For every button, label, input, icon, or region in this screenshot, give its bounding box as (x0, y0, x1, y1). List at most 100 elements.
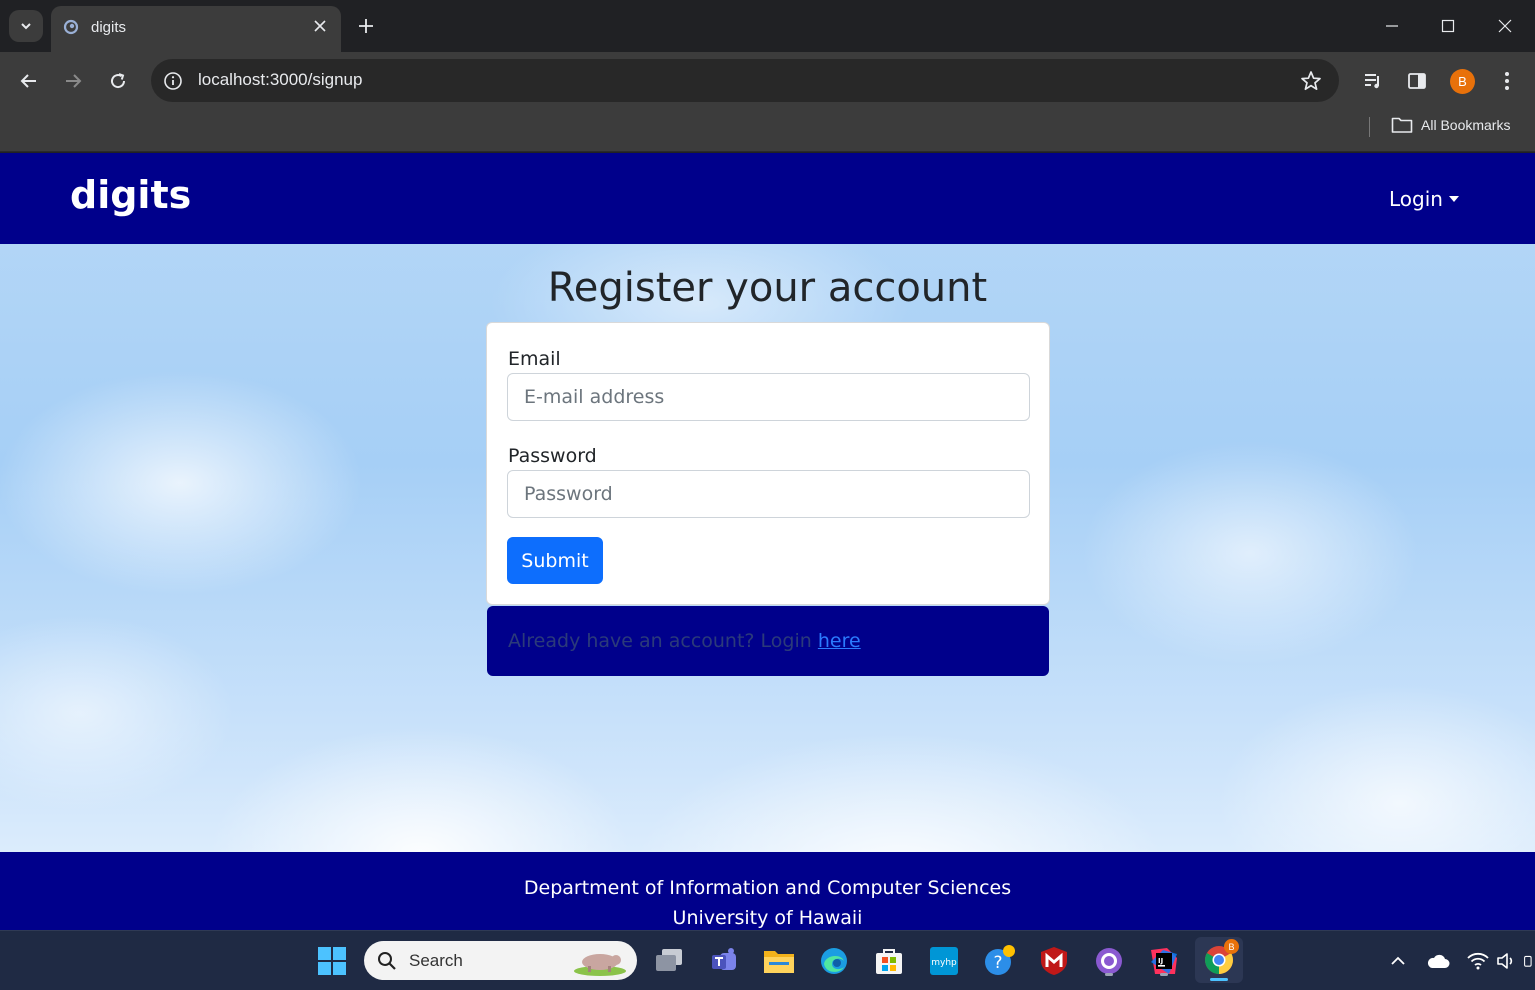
login-here-link[interactable]: here (818, 630, 861, 652)
profile-avatar[interactable]: B (1450, 69, 1475, 94)
password-field[interactable] (507, 470, 1030, 518)
github-icon (1096, 948, 1122, 974)
site-footer: Department of Information and Computer S… (0, 852, 1535, 930)
chrome-app-button[interactable]: B (1195, 937, 1243, 983)
intellij-app-button[interactable]: IJ (1146, 943, 1182, 979)
footer-department: Department of Information and Computer S… (523, 877, 1012, 899)
taskbar-search-label: Search (409, 951, 463, 970)
battery-tray-button[interactable] (1522, 949, 1535, 973)
page-viewport: digits Login Register your account Email… (0, 153, 1535, 930)
browser-menu-button[interactable] (1493, 67, 1521, 95)
chevron-down-icon (21, 23, 31, 30)
address-bar[interactable]: localhost:3000/signup (151, 59, 1339, 102)
windows-taskbar: Search myhp ? IJ B (0, 930, 1535, 990)
browser-tab-active[interactable]: digits (51, 6, 341, 52)
site-info-button[interactable] (161, 69, 185, 93)
all-bookmarks-button[interactable]: All Bookmarks (1391, 116, 1510, 134)
active-indicator (1210, 978, 1228, 981)
login-alert: Already have an account? Login here (487, 606, 1049, 676)
close-icon (314, 20, 326, 32)
store-app-button[interactable] (871, 943, 907, 979)
folder-icon (764, 951, 794, 973)
file-explorer-button[interactable] (761, 943, 797, 979)
search-icon (378, 952, 396, 970)
battery-icon (1524, 955, 1532, 967)
close-window-button[interactable] (1482, 8, 1528, 44)
submit-button[interactable]: Submit (507, 537, 603, 584)
close-icon (1498, 19, 1512, 33)
email-field[interactable] (507, 373, 1030, 421)
login-dropdown-label: Login (1389, 187, 1443, 211)
site-navbar: digits Login (0, 153, 1535, 244)
minimize-icon (1386, 25, 1398, 27)
more-vertical-icon (1505, 72, 1509, 90)
minimize-button[interactable] (1369, 8, 1415, 44)
page-title: Register your account (547, 265, 988, 311)
help-app-button[interactable]: ? (981, 943, 1017, 979)
tab-close-button[interactable] (309, 15, 331, 37)
star-icon (1301, 71, 1321, 91)
alert-text: Already have an account? Login (508, 630, 818, 652)
favicon-icon (63, 19, 79, 35)
alert-message: Already have an account? Login here (508, 630, 861, 652)
intellij-icon: IJ (1151, 948, 1177, 974)
wifi-icon (1467, 952, 1489, 970)
all-bookmarks-label: All Bookmarks (1421, 117, 1511, 133)
myhp-icon: myhp (930, 947, 958, 975)
email-label: Email (508, 348, 561, 370)
side-panel-button[interactable] (1403, 67, 1431, 95)
forward-button[interactable] (58, 66, 88, 96)
tab-strip: digits (0, 0, 1535, 52)
media-control-button[interactable] (1359, 67, 1387, 95)
store-icon (876, 949, 902, 974)
caret-down-icon (1448, 196, 1459, 202)
teams-icon (712, 948, 736, 970)
arrow-left-icon (20, 74, 36, 88)
new-tab-button[interactable] (352, 12, 380, 40)
svg-text:IJ: IJ (1158, 957, 1163, 965)
edge-app-button[interactable] (816, 943, 852, 979)
login-dropdown[interactable]: Login (1389, 187, 1459, 211)
bookmark-star-button[interactable] (1299, 69, 1323, 93)
search-highlight-icon (574, 954, 626, 976)
tab-title: digits (91, 19, 127, 36)
browser-toolbar: localhost:3000/signup B (0, 52, 1535, 110)
signup-form-card: Email Password Submit (486, 322, 1050, 605)
edge-icon (821, 948, 847, 974)
chevron-up-icon (1391, 956, 1405, 965)
chrome-profile-badge: B (1224, 939, 1239, 954)
arrow-right-icon (66, 74, 82, 88)
github-desktop-button[interactable] (1091, 943, 1127, 979)
footer-university: University of Hawaii (672, 907, 863, 929)
cloud-icon (1427, 954, 1450, 968)
taskbar-search[interactable]: Search (364, 941, 637, 980)
maximize-button[interactable] (1425, 8, 1471, 44)
help-icon: ? (985, 945, 1015, 975)
brand-logo[interactable]: digits (70, 173, 191, 217)
bookmarks-separator (1369, 117, 1370, 137)
start-button[interactable] (314, 943, 350, 979)
bookmarks-bar: All Bookmarks (0, 110, 1535, 152)
running-indicator (1160, 973, 1168, 976)
plus-icon (359, 19, 373, 33)
password-label: Password (508, 445, 597, 467)
task-view-button[interactable] (651, 943, 687, 979)
running-indicator (1105, 973, 1113, 976)
task-view-icon (656, 949, 682, 971)
onedrive-tray-button[interactable] (1426, 949, 1450, 973)
show-hidden-icons-button[interactable] (1386, 949, 1410, 973)
mcafee-app-button[interactable] (1036, 943, 1072, 979)
back-button[interactable] (14, 66, 44, 96)
svg-text:?: ? (993, 953, 1002, 973)
speaker-icon (1497, 953, 1513, 969)
svg-text:myhp: myhp (931, 958, 957, 968)
maximize-icon (1441, 19, 1455, 33)
tab-search-button[interactable] (9, 10, 43, 42)
wifi-tray-button[interactable] (1466, 949, 1490, 973)
windows-logo-icon (318, 947, 346, 975)
volume-tray-button[interactable] (1494, 949, 1518, 973)
reload-button[interactable] (103, 66, 133, 96)
myhp-app-button[interactable]: myhp (926, 943, 962, 979)
teams-app-button[interactable] (706, 943, 742, 979)
info-icon (164, 72, 182, 90)
